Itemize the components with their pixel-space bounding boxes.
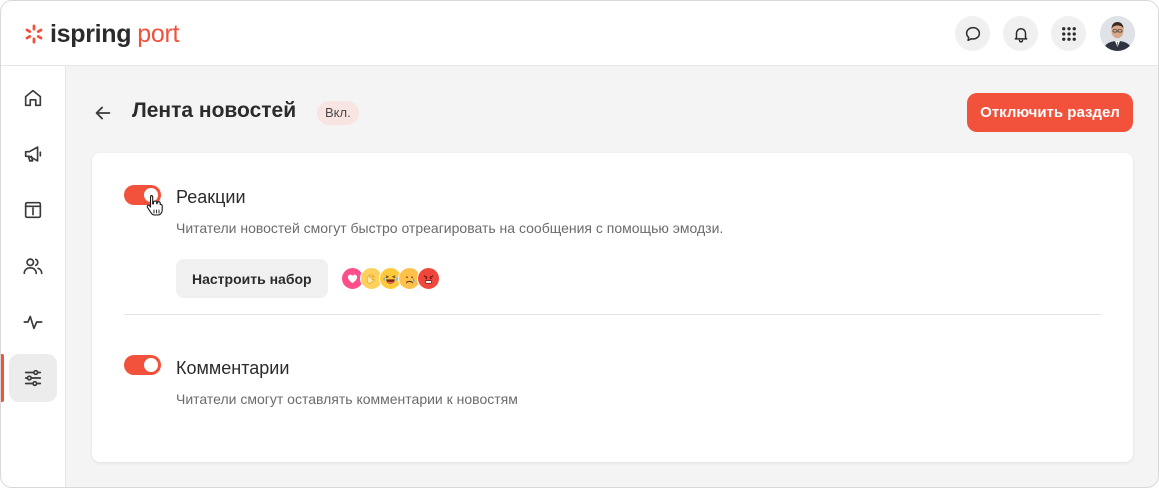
chat-button[interactable] (955, 16, 990, 51)
users-icon (23, 258, 43, 275)
app-window: ispring port Лента новостей Вкл. Отключи… (0, 0, 1159, 488)
chat-icon (965, 26, 980, 41)
user-photo (1100, 16, 1135, 51)
logo[interactable]: ispring port (24, 19, 179, 49)
apps-button[interactable] (1051, 16, 1086, 51)
sidebar-item-home[interactable] (9, 74, 57, 122)
megaphone-icon (24, 146, 42, 162)
avatar[interactable] (1100, 16, 1135, 51)
sidebar-item-info[interactable] (9, 186, 57, 234)
sidebar-item-activity[interactable] (9, 298, 57, 346)
reactions-description: Читатели новостей смогут быстро отреагир… (176, 220, 724, 236)
logo-icon (25, 24, 43, 44)
sidebar-item-settings[interactable] (9, 354, 57, 402)
top-header: ispring port (1, 1, 1158, 66)
info-board-icon (24, 201, 42, 219)
angry-emoji-icon (417, 267, 440, 290)
logo-text-port: port (137, 19, 180, 48)
disable-section-button[interactable]: Отключить раздел (967, 93, 1133, 132)
toggle-knob (144, 358, 158, 372)
section-divider (124, 314, 1101, 315)
back-button[interactable] (91, 101, 115, 125)
comments-description: Читатели смогут оставлять комментарии к … (176, 391, 518, 407)
bell-icon (1014, 27, 1027, 43)
emoji-set[interactable] (341, 267, 440, 291)
active-indicator (1, 354, 4, 402)
settings-card: Реакции Читатели новостей смогут быстро … (92, 153, 1133, 462)
home-icon (24, 89, 42, 107)
status-badge: Вкл. (317, 101, 359, 125)
configure-set-button[interactable]: Настроить набор (176, 259, 328, 298)
apps-grid-icon (1061, 26, 1076, 41)
hand-cursor-icon (146, 194, 163, 216)
sidebar-item-users[interactable] (9, 242, 57, 290)
page-title: Лента новостей (132, 99, 297, 122)
logo-text-ispring: ispring (50, 19, 132, 48)
comments-title: Комментарии (176, 358, 290, 378)
comments-toggle[interactable] (124, 355, 161, 375)
notifications-button[interactable] (1003, 16, 1038, 51)
arrow-left-icon (95, 106, 111, 120)
activity-icon (23, 315, 43, 330)
reactions-title: Реакции (176, 187, 246, 207)
sidebar-item-announcements[interactable] (9, 130, 57, 178)
logo-text: ispring port (50, 20, 179, 49)
sliders-icon (24, 369, 42, 387)
sidebar (1, 66, 66, 487)
